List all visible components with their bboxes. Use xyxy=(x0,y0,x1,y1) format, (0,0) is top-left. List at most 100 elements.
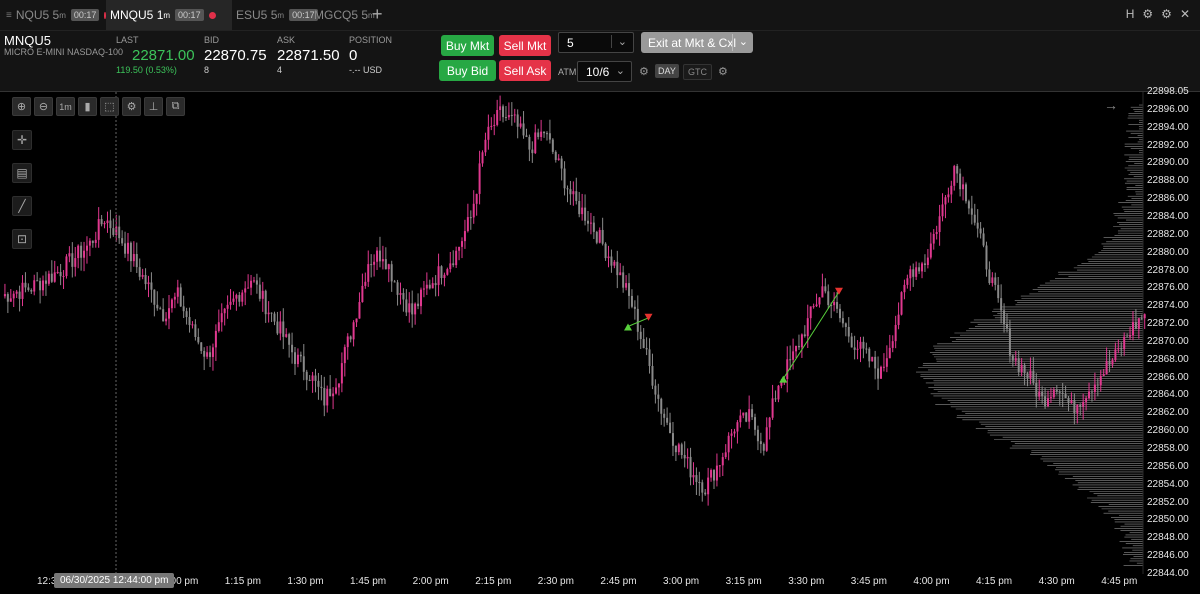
candle-body xyxy=(844,323,847,327)
interval-button[interactable]: 1m xyxy=(56,97,75,116)
notes-icon[interactable]: ▤ xyxy=(12,163,32,183)
line-tool-icon[interactable]: ╱ xyxy=(12,196,32,216)
atm-select[interactable]: 10/6 ⌄ xyxy=(577,61,632,82)
candle-body xyxy=(106,220,109,224)
chevron-down-icon[interactable]: ⌄ xyxy=(739,35,748,48)
indicators-icon[interactable]: ⊥ xyxy=(144,97,163,116)
tab-mnqu5[interactable]: MNQU5 1m 00:17 xyxy=(106,0,232,30)
crosshair-icon[interactable]: ✛ xyxy=(12,130,32,150)
time-tick-label: 2:45 pm xyxy=(600,576,637,587)
quote-header: MNQU5 MICRO E-MINI NASDAQ-100 LAST 22871… xyxy=(0,31,1200,92)
lock-icon[interactable]: ⊡ xyxy=(12,229,32,249)
sell-marker[interactable] xyxy=(834,287,843,295)
candle-body xyxy=(302,356,305,372)
candle-body xyxy=(200,342,203,351)
candle-body xyxy=(645,348,648,350)
candle-body xyxy=(862,341,865,349)
candle-body xyxy=(434,283,437,286)
select-icon[interactable]: ⬚ xyxy=(100,97,119,116)
tab-esu5[interactable]: ESU5 5m 00:17 xyxy=(232,0,318,30)
candle-body xyxy=(182,306,185,312)
chevron-down-icon[interactable]: ⌄ xyxy=(610,35,627,48)
candle-body xyxy=(926,257,929,266)
candle-body xyxy=(997,284,1000,299)
candle-body xyxy=(847,326,850,337)
candle-body xyxy=(100,219,103,225)
sell-ask-button[interactable]: Sell Ask xyxy=(499,60,551,81)
candle-body xyxy=(619,272,622,276)
price-tick-label: 22866.00 xyxy=(1147,371,1189,383)
candle-body xyxy=(1129,335,1132,337)
candle-body xyxy=(730,433,733,436)
candle-body xyxy=(921,263,924,272)
buy-marker[interactable] xyxy=(779,375,788,383)
tif-gear-icon[interactable]: ⚙ xyxy=(718,65,728,78)
last-quote: LAST 22871.00 119.50 (0.53%) xyxy=(116,35,195,75)
candle-body xyxy=(698,482,701,484)
ask-price: 22871.50 xyxy=(277,47,340,64)
sell-mkt-button[interactable]: Sell Mkt xyxy=(499,35,551,56)
copy-icon[interactable]: ⧉ xyxy=(166,97,185,116)
tab-nqu5[interactable]: ≡ NQU5 5m 00:17 xyxy=(0,0,106,30)
candle-body xyxy=(132,254,135,262)
exit-at-mkt-button[interactable]: Exit at Mkt & Cxl ⌄ xyxy=(641,32,753,53)
candle-body xyxy=(226,304,229,309)
candle-body xyxy=(499,106,502,110)
zoom-out-icon[interactable]: ⊖ xyxy=(34,97,53,116)
gear-icon[interactable]: ⚙ xyxy=(122,97,141,116)
chevron-down-icon[interactable]: ⌄ xyxy=(616,64,625,77)
sell-marker[interactable] xyxy=(644,313,653,321)
candle-body xyxy=(159,308,162,310)
candle-body xyxy=(935,232,938,234)
candle-body xyxy=(443,274,446,279)
tif-gtc-button[interactable]: GTC xyxy=(683,64,712,80)
scroll-right-icon[interactable]: → xyxy=(1098,97,1124,115)
tab-mgcq5[interactable]: MGCQ5 5m xyxy=(310,0,375,30)
zoom-in-icon[interactable]: ⊕ xyxy=(12,97,31,116)
price-chart[interactable] xyxy=(0,92,1200,594)
h-button[interactable]: H xyxy=(1126,7,1135,21)
candle-body xyxy=(906,278,909,285)
gear-icon[interactable]: ⚙ xyxy=(1142,7,1153,21)
candle-body xyxy=(560,158,563,169)
candle-body xyxy=(1026,373,1029,379)
tif-day-button[interactable]: DAY xyxy=(655,64,679,78)
candle-body xyxy=(393,281,396,283)
candle-body xyxy=(803,334,806,337)
candle-body xyxy=(721,457,724,466)
candle-body xyxy=(126,242,129,254)
settings-icon[interactable]: ⚙ xyxy=(1161,7,1172,21)
candle-body xyxy=(381,259,384,262)
candle-body xyxy=(953,166,956,186)
time-tick-label: 4:45 pm xyxy=(1101,576,1138,587)
candles-icon[interactable]: ▮ xyxy=(78,97,97,116)
candle-body xyxy=(1023,364,1026,374)
candle-body xyxy=(141,275,144,277)
quantity-select[interactable]: 5 ⌄ xyxy=(558,32,634,53)
buy-mkt-button[interactable]: Buy Mkt xyxy=(441,35,494,56)
add-tab-icon[interactable]: + xyxy=(372,4,383,25)
candle-body xyxy=(469,217,472,219)
candle-body xyxy=(504,117,507,119)
price-tick-label: 22878.00 xyxy=(1147,264,1189,276)
atm-gear-icon[interactable]: ⚙ xyxy=(639,65,649,78)
candle-body xyxy=(30,289,33,292)
atm-label: ATM xyxy=(558,67,577,77)
candle-body xyxy=(6,294,9,302)
time-tick-label: 1:45 pm xyxy=(350,576,387,587)
candle-body xyxy=(918,267,921,272)
candle-body xyxy=(777,385,780,400)
candle-body xyxy=(762,444,765,451)
candle-body xyxy=(1137,318,1140,329)
close-icon[interactable]: ✕ xyxy=(1180,7,1190,21)
candle-body xyxy=(727,435,730,453)
candle-body xyxy=(759,441,762,445)
candle-body xyxy=(144,275,147,285)
candle-body xyxy=(384,259,387,270)
instrument-symbol: MNQU5 xyxy=(4,33,51,48)
candle-body xyxy=(519,123,522,127)
menu-icon[interactable]: ≡ xyxy=(6,10,12,21)
buy-bid-button[interactable]: Buy Bid xyxy=(439,60,496,81)
buy-marker[interactable] xyxy=(624,323,632,331)
candle-body xyxy=(929,243,932,258)
